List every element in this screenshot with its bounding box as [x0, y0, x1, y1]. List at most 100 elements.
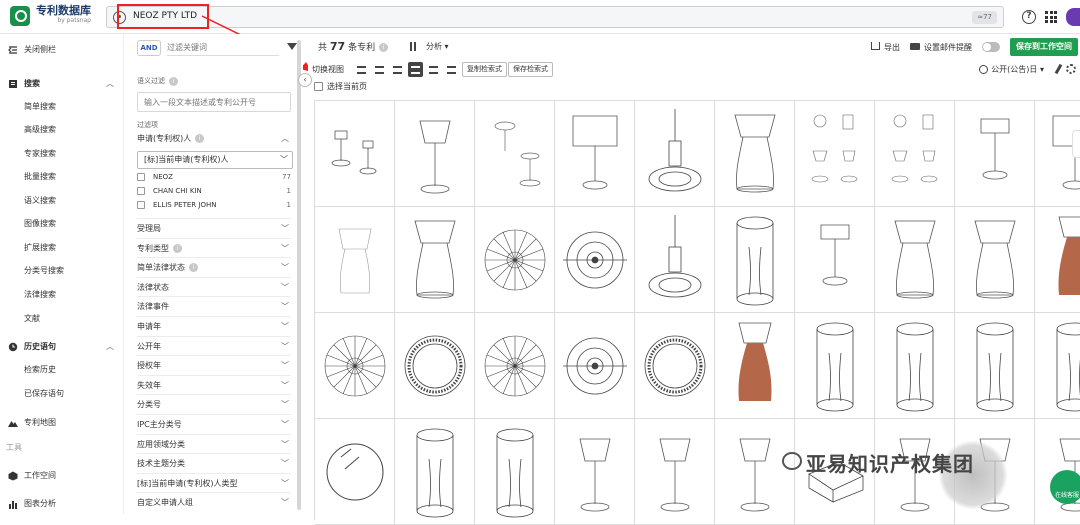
- apps-grid-icon[interactable]: [1045, 11, 1057, 23]
- applicant-option[interactable]: NEOZ 77: [137, 170, 291, 184]
- sort-dropdown[interactable]: 公开(公告)日 ▾: [979, 64, 1044, 75]
- sidebar-item-workspace[interactable]: 工作空间: [0, 467, 124, 485]
- sidebar-item-legal-search[interactable]: 法律搜索: [24, 289, 56, 301]
- patent-thumbnail[interactable]: [315, 419, 395, 525]
- patent-thumbnail[interactable]: [315, 207, 395, 313]
- sidebar-group-search[interactable]: 搜索 ︿: [0, 75, 124, 93]
- gear-icon[interactable]: [1066, 64, 1076, 74]
- applicant-checkbox[interactable]: [137, 201, 145, 209]
- patent-thumbnail[interactable]: [875, 101, 955, 207]
- patent-thumbnail[interactable]: [395, 313, 475, 419]
- patent-thumbnail[interactable]: [715, 101, 795, 207]
- filter-group[interactable]: [标]当前申请(专利权)人类型 ﹀: [137, 475, 291, 493]
- patent-thumbnail[interactable]: [635, 313, 715, 419]
- patent-thumbnail[interactable]: [475, 419, 555, 525]
- patent-thumbnail[interactable]: [635, 419, 715, 525]
- patent-thumbnail[interactable]: [555, 313, 635, 419]
- patent-thumbnail[interactable]: [715, 313, 795, 419]
- filter-scrollbar[interactable]: [297, 40, 301, 510]
- filter-group[interactable]: 简单法律状态 i ﹀: [137, 259, 291, 277]
- patent-thumbnail[interactable]: [635, 101, 715, 207]
- sidebar-item-advanced-search[interactable]: 高级搜索: [24, 124, 56, 136]
- sidebar-item-batch-search[interactable]: 批量搜索: [24, 171, 56, 183]
- analysis-dropdown[interactable]: 分析 ▾: [410, 41, 449, 52]
- applicant-option[interactable]: ELLIS PETER JOHN 1: [137, 198, 291, 212]
- sidebar-item-semantic-search[interactable]: 语义搜索: [24, 195, 56, 207]
- patent-thumbnail[interactable]: [875, 207, 955, 313]
- filter-group[interactable]: 应用领域分类 ﹀: [137, 436, 291, 454]
- sidebar-item-classification-search[interactable]: 分类号搜索: [24, 265, 64, 277]
- patent-thumbnail[interactable]: [475, 207, 555, 313]
- sidebar-item-literature[interactable]: 文献: [24, 313, 40, 325]
- filter-group[interactable]: 失效年 ﹀: [137, 377, 291, 395]
- patent-thumbnail[interactable]: [475, 313, 555, 419]
- side-drawer-tab[interactable]: [1072, 130, 1080, 158]
- patent-thumbnail[interactable]: [795, 313, 875, 419]
- logic-and-toggle[interactable]: AND: [137, 40, 161, 56]
- select-page-checkbox[interactable]: [314, 82, 323, 91]
- patent-thumbnail[interactable]: [395, 419, 475, 525]
- patent-thumbnail[interactable]: [555, 419, 635, 525]
- sidebar-item-simple-search[interactable]: 简单搜索: [24, 101, 56, 113]
- logo[interactable]: 专利数据库 by patsnap: [10, 5, 91, 26]
- save-to-workspace-button[interactable]: 保存到工作空间: [1010, 38, 1078, 56]
- applicant-type-select[interactable]: [标]当前申请(专利权)人 ﹀: [137, 151, 293, 169]
- export-button[interactable]: 导出: [871, 41, 900, 53]
- patent-thumbnail[interactable]: [555, 101, 635, 207]
- sidebar-item-search-history[interactable]: 检索历史: [24, 364, 56, 376]
- mail-alert-toggle[interactable]: [982, 42, 1000, 52]
- sidebar-item-extended-search[interactable]: 扩展搜索: [24, 242, 56, 254]
- patent-thumbnail[interactable]: [315, 101, 395, 207]
- patent-thumbnail[interactable]: [955, 207, 1035, 313]
- highlight-pen-icon[interactable]: [1054, 63, 1063, 75]
- sidebar-group-history[interactable]: 历史语句 ︿: [0, 338, 124, 356]
- filter-group[interactable]: 专利类型 i ﹀: [137, 240, 291, 258]
- sidebar-collapse[interactable]: 关闭侧栏: [0, 41, 124, 59]
- filter-group[interactable]: IPC主分类号 ﹀: [137, 416, 291, 434]
- patent-thumbnail[interactable]: [315, 313, 395, 419]
- filter-group[interactable]: 公开年 ﹀: [137, 338, 291, 356]
- image-grid-view-icon[interactable]: [408, 62, 423, 77]
- applicant-checkbox[interactable]: [137, 173, 145, 181]
- patent-thumbnail[interactable]: [715, 419, 795, 525]
- filter-group[interactable]: 分类号 ﹀: [137, 396, 291, 414]
- sidebar-item-saved-queries[interactable]: 已保存语句: [24, 388, 64, 400]
- filter-group[interactable]: 法律事件 ﹀: [137, 298, 291, 316]
- patent-thumbnail[interactable]: [795, 101, 875, 207]
- sidebar-item-expert-search[interactable]: 专家搜索: [24, 148, 56, 160]
- filter-group[interactable]: 技术主题分类 ﹀: [137, 455, 291, 473]
- funnel-icon[interactable]: [287, 43, 297, 50]
- applicant-option[interactable]: CHAN CHI KIN 1: [137, 184, 291, 198]
- mail-alert-button[interactable]: 设置邮件提醒: [910, 42, 972, 53]
- split-view-icon[interactable]: [426, 62, 441, 77]
- patent-thumbnail[interactable]: [1035, 207, 1080, 313]
- sidebar-item-chart-analysis[interactable]: 图表分析: [0, 495, 124, 513]
- search-input[interactable]: NEOZ PTY LTD: [117, 4, 209, 29]
- filter-group[interactable]: 自定义申请人组 ﹀: [137, 494, 291, 512]
- sidebar-item-patent-map[interactable]: 专利地图: [0, 414, 124, 432]
- filter-group[interactable]: 申请年 ﹀: [137, 318, 291, 336]
- keyword-filter-input[interactable]: [167, 40, 279, 56]
- avatar[interactable]: [1066, 8, 1080, 26]
- sidebar-item-image-search[interactable]: 图像搜索: [24, 218, 56, 230]
- patent-thumbnail[interactable]: [635, 207, 715, 313]
- patent-thumbnail[interactable]: [475, 101, 555, 207]
- copy-query-button[interactable]: 复制检索式: [462, 62, 507, 77]
- patent-thumbnail[interactable]: [1035, 313, 1080, 419]
- chart-view-icon[interactable]: [444, 62, 459, 77]
- filter-group[interactable]: 授权年 ﹀: [137, 357, 291, 375]
- detail-view-icon[interactable]: [372, 62, 387, 77]
- patent-thumbnail[interactable]: [875, 313, 955, 419]
- card-view-icon[interactable]: [390, 62, 405, 77]
- filter-group-applicant[interactable]: 申请(专利权)人 i ︿: [137, 130, 291, 148]
- patent-thumbnail[interactable]: [395, 207, 475, 313]
- patent-thumbnail[interactable]: [715, 207, 795, 313]
- patent-thumbnail[interactable]: [955, 101, 1035, 207]
- patent-thumbnail[interactable]: [955, 313, 1035, 419]
- patent-thumbnail[interactable]: [395, 101, 475, 207]
- filter-group[interactable]: 法律状态 ﹀: [137, 279, 291, 297]
- select-current-page[interactable]: 选择当前页: [314, 81, 367, 92]
- semantic-filter-input[interactable]: [137, 92, 291, 112]
- patent-thumbnail[interactable]: [555, 207, 635, 313]
- online-chat-button[interactable]: 在线客服: [1050, 470, 1080, 504]
